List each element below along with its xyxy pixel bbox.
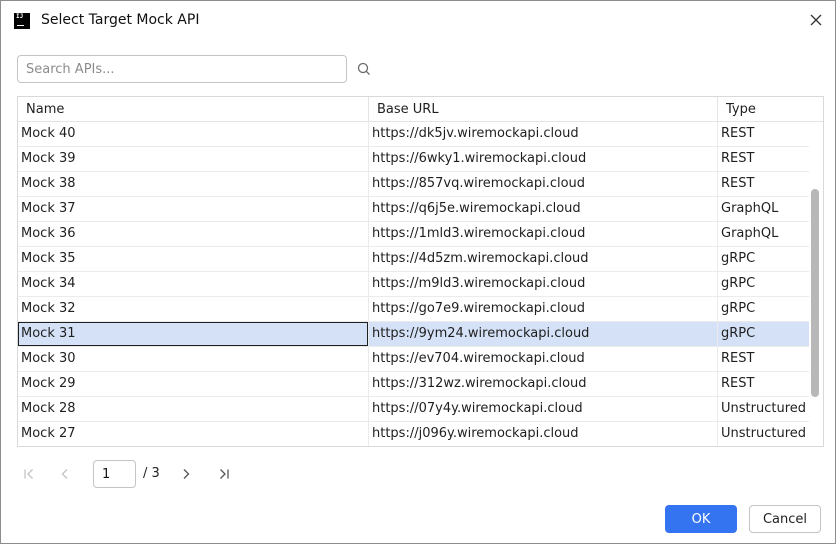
table-row[interactable]: Mock 31 https://9ym24.wiremockapi.cloud gR…	[18, 322, 809, 347]
table-row[interactable]: Mock 32 https://go7e9.wiremockapi.cloud gR…	[18, 297, 809, 322]
table-header: Name Base URL Type	[18, 97, 823, 122]
cell-base-url: https://dk5jv.wiremockapi.cloud	[368, 122, 718, 146]
cell-base-url: https://ev704.wiremockapi.cloud	[368, 347, 718, 371]
cell-name: Mock 36	[21, 226, 76, 241]
last-page-icon	[220, 469, 229, 479]
cell-type: gRPC	[717, 322, 809, 346]
table-row[interactable]: Mock 28 https://07y4y.wiremockapi.cloud Un…	[18, 397, 809, 422]
table-row[interactable]: Mock 34 https://m9ld3.wiremockapi.cloud gR…	[18, 272, 809, 297]
cell-type: REST	[717, 122, 809, 146]
cell-base-url: https://m9ld3.wiremockapi.cloud	[368, 272, 718, 296]
next-page-button[interactable]	[176, 464, 196, 484]
cancel-button[interactable]: Cancel	[749, 505, 821, 533]
dialog-title: Select Target Mock API	[41, 12, 200, 28]
cell-name: Mock 31	[18, 322, 368, 346]
cell-name: Mock 28	[21, 401, 76, 416]
cell-base-url: https://312wz.wiremockapi.cloud	[368, 372, 718, 396]
cell-base-url: https://go7e9.wiremockapi.cloud	[368, 297, 718, 321]
cell-base-url: https://07y4y.wiremockapi.cloud	[368, 397, 718, 421]
cell-base-url: https://q6j5e.wiremockapi.cloud	[368, 197, 718, 221]
previous-page-button[interactable]	[55, 464, 75, 484]
table-body: Mock 40 https://dk5jv.wiremockapi.cloud RE…	[18, 122, 809, 446]
cell-name: Mock 30	[21, 351, 76, 366]
mock-api-table: Name Base URL Type Mock 40 https://dk5jv.…	[17, 96, 824, 447]
table-row[interactable]: Mock 29 https://312wz.wiremockapi.cloud RE…	[18, 372, 809, 397]
cell-base-url: https://1mld3.wiremockapi.cloud	[368, 222, 718, 246]
app-icon: IJ	[14, 13, 30, 29]
first-page-icon	[24, 469, 33, 479]
chevron-left-icon	[61, 469, 68, 479]
cell-type: REST	[717, 347, 809, 371]
search-input[interactable]	[17, 55, 347, 83]
page-number-input[interactable]	[93, 460, 136, 488]
cell-type: REST	[717, 172, 809, 196]
cell-base-url: https://6wky1.wiremockapi.cloud	[368, 147, 718, 171]
cell-name: Mock 29	[21, 376, 76, 391]
title-bar: IJ Select Target Mock API	[1, 1, 835, 41]
table-row[interactable]: Mock 27 https://j096y.wiremockapi.cloud Un…	[18, 422, 809, 446]
cell-type: gRPC	[717, 247, 809, 271]
cell-name: Mock 27	[21, 426, 76, 441]
table-row[interactable]: Mock 40 https://dk5jv.wiremockapi.cloud RE…	[18, 122, 809, 147]
cell-type: gRPC	[717, 297, 809, 321]
cell-type: Unstructured	[717, 397, 809, 421]
cell-name: Mock 39	[21, 151, 76, 166]
cell-type: GraphQL	[717, 197, 809, 221]
cell-base-url: https://j096y.wiremockapi.cloud	[368, 422, 718, 446]
close-button[interactable]	[805, 9, 827, 31]
cell-type: REST	[717, 147, 809, 171]
column-header-type[interactable]: Type	[717, 97, 823, 122]
chevron-right-icon	[183, 469, 190, 479]
cell-name: Mock 34	[21, 276, 76, 291]
table-row[interactable]: Mock 37 https://q6j5e.wiremockapi.cloud Gr…	[18, 197, 809, 222]
cell-type: REST	[717, 372, 809, 396]
cell-type: GraphQL	[717, 222, 809, 246]
cell-name: Mock 38	[21, 176, 76, 191]
vertical-scrollbar[interactable]	[811, 189, 819, 397]
first-page-button[interactable]	[19, 464, 39, 484]
cell-name: Mock 40	[21, 126, 76, 141]
column-header-name[interactable]: Name	[18, 97, 368, 122]
cell-base-url: https://9ym24.wiremockapi.cloud	[368, 322, 718, 346]
page-total-label: / 3	[143, 466, 160, 481]
pagination: / 3	[17, 459, 277, 489]
cell-base-url: https://857vq.wiremockapi.cloud	[368, 172, 718, 196]
table-row[interactable]: Mock 30 https://ev704.wiremockapi.cloud RE…	[18, 347, 809, 372]
table-row[interactable]: Mock 38 https://857vq.wiremockapi.cloud RE…	[18, 172, 809, 197]
select-mock-api-dialog: IJ Select Target Mock API Name Base URL …	[0, 0, 836, 544]
cell-name: Mock 32	[21, 301, 76, 316]
cell-type: Unstructured	[717, 422, 809, 446]
cell-type: gRPC	[717, 272, 809, 296]
last-page-button[interactable]	[214, 464, 234, 484]
app-icon-text: IJ	[16, 13, 24, 20]
cell-base-url: https://4d5zm.wiremockapi.cloud	[368, 247, 718, 271]
column-header-base-url[interactable]: Base URL	[368, 97, 718, 122]
table-row[interactable]: Mock 36 https://1mld3.wiremockapi.cloud Gr…	[18, 222, 809, 247]
ok-button[interactable]: OK	[665, 505, 737, 533]
table-row[interactable]: Mock 35 https://4d5zm.wiremockapi.cloud gR…	[18, 247, 809, 272]
table-row[interactable]: Mock 39 https://6wky1.wiremockapi.cloud RE…	[18, 147, 809, 172]
search-icon[interactable]	[356, 61, 372, 77]
cell-name: Mock 37	[21, 201, 76, 216]
close-icon[interactable]	[810, 14, 822, 26]
cell-name: Mock 35	[21, 251, 76, 266]
